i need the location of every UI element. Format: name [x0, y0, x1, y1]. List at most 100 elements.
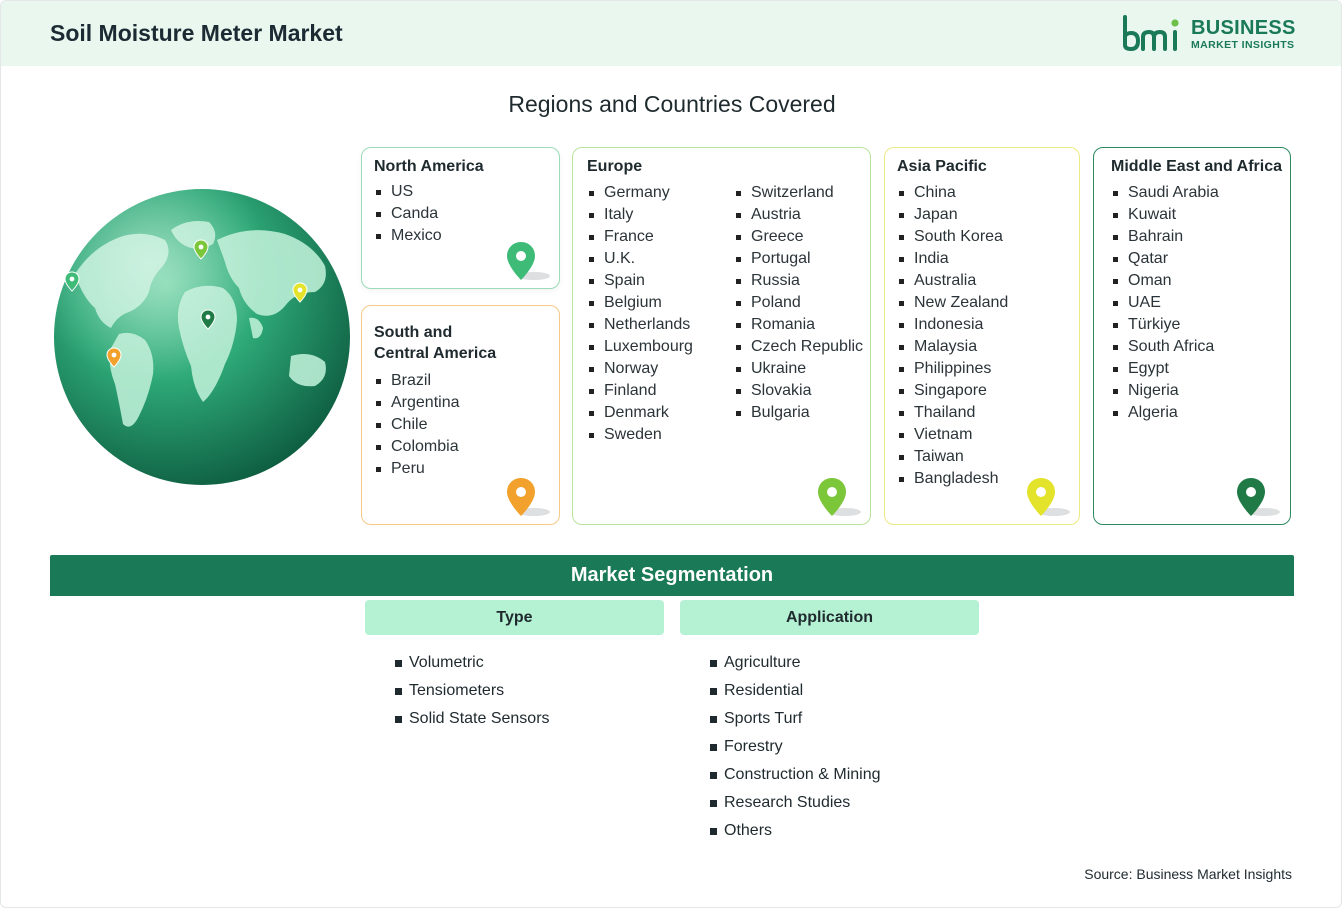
- list-item: Indonesia: [898, 314, 1008, 336]
- header-bar: Soil Moisture Meter Market BUSINESS MARK…: [1, 1, 1341, 66]
- list-item: Mexico: [375, 225, 442, 247]
- map-pin-icon: [507, 478, 550, 516]
- list-item: India: [898, 248, 1008, 270]
- list-item: Luxembourg: [588, 336, 693, 358]
- application-segment-list: Agriculture Residential Sports Turf Fore…: [710, 649, 881, 845]
- region-title-line2: Central America: [374, 345, 497, 362]
- list-item: Bulgaria: [735, 402, 863, 424]
- type-segment-list: Volumetric Tensiometers Solid State Sens…: [395, 649, 550, 733]
- list-item: Egypt: [1112, 358, 1219, 380]
- list-item: Netherlands: [588, 314, 693, 336]
- logo-line1: BUSINESS: [1191, 17, 1296, 39]
- bmi-logo: BUSINESS MARKET INSIGHTS: [1121, 15, 1301, 53]
- list-item: Nigeria: [1112, 380, 1219, 402]
- list-item: Australia: [898, 270, 1008, 292]
- segment-heading-type: Type: [365, 600, 664, 635]
- list-item: Argentina: [375, 392, 460, 414]
- region-card-south-central-america: South and Central America Brazil Argenti…: [361, 305, 560, 525]
- list-item: Ukraine: [735, 358, 863, 380]
- list-item: Malaysia: [898, 336, 1008, 358]
- list-item: Poland: [735, 292, 863, 314]
- list-item: Solid State Sensors: [395, 705, 550, 733]
- list-item: Bangladesh: [898, 468, 1008, 490]
- logo-line2: MARKET INSIGHTS: [1191, 39, 1295, 51]
- list-item: Agriculture: [710, 649, 881, 677]
- list-item: Canda: [375, 203, 442, 225]
- list-item: Residential: [710, 677, 881, 705]
- list-item: Brazil: [375, 370, 460, 392]
- list-item: Norway: [588, 358, 693, 380]
- list-item: Kuwait: [1112, 204, 1219, 226]
- region-card-europe: Europe Germany Italy France U.K. Spain B…: [572, 147, 871, 525]
- list-item: Colombia: [375, 436, 460, 458]
- list-item: Singapore: [898, 380, 1008, 402]
- list-item: Philippines: [898, 358, 1008, 380]
- list-item: Belgium: [588, 292, 693, 314]
- list-item: Construction & Mining: [710, 761, 881, 789]
- list-item: UAE: [1112, 292, 1219, 314]
- list-item: Portugal: [735, 248, 863, 270]
- globe-illustration-icon: [54, 189, 350, 485]
- country-list: US Canda Mexico: [375, 181, 442, 247]
- list-item: Others: [710, 817, 881, 845]
- list-item: Denmark: [588, 402, 693, 424]
- list-item: Italy: [588, 204, 693, 226]
- list-item: Germany: [588, 182, 693, 204]
- bmi-logo-mark-icon: [1123, 15, 1179, 51]
- list-item: Russia: [735, 270, 863, 292]
- list-item: New Zealand: [898, 292, 1008, 314]
- source-note: Source: Business Market Insights: [1084, 866, 1292, 882]
- list-item: Research Studies: [710, 789, 881, 817]
- list-item: China: [898, 182, 1008, 204]
- list-item: Slovakia: [735, 380, 863, 402]
- map-pin-icon: [1237, 478, 1280, 516]
- region-card-north-america: North America US Canda Mexico: [361, 147, 560, 289]
- country-list-col1: Germany Italy France U.K. Spain Belgium …: [588, 182, 693, 446]
- list-item: Türkiye: [1112, 314, 1219, 336]
- country-list: Saudi Arabia Kuwait Bahrain Qatar Oman U…: [1112, 182, 1219, 424]
- list-item: Vietnam: [898, 424, 1008, 446]
- list-item: Bahrain: [1112, 226, 1219, 248]
- list-item: Spain: [588, 270, 693, 292]
- segmentation-title-bar: Market Segmentation: [50, 555, 1294, 596]
- list-item: Chile: [375, 414, 460, 436]
- region-title: Asia Pacific: [897, 158, 987, 175]
- list-item: Qatar: [1112, 248, 1219, 270]
- list-item: Volumetric: [395, 649, 550, 677]
- list-item: France: [588, 226, 693, 248]
- map-pin-icon: [507, 242, 550, 280]
- region-card-asia-pacific: Asia Pacific China Japan South Korea Ind…: [884, 147, 1080, 525]
- list-item: Oman: [1112, 270, 1219, 292]
- region-title-line1: South and: [374, 324, 453, 341]
- country-list: China Japan South Korea India Australia …: [898, 182, 1008, 490]
- list-item: Finland: [588, 380, 693, 402]
- list-item: Sweden: [588, 424, 693, 446]
- list-item: Switzerland: [735, 182, 863, 204]
- list-item: South Korea: [898, 226, 1008, 248]
- region-title: Europe: [587, 158, 643, 175]
- list-item: Czech Republic: [735, 336, 863, 358]
- list-item: Peru: [375, 458, 460, 480]
- map-pin-icon: [1027, 478, 1070, 516]
- segment-heading-application: Application: [680, 600, 979, 635]
- map-pin-icon: [818, 478, 861, 516]
- list-item: US: [375, 181, 442, 203]
- country-list-col2: Switzerland Austria Greece Portugal Russ…: [735, 182, 863, 424]
- list-item: U.K.: [588, 248, 693, 270]
- page-title: Soil Moisture Meter Market: [50, 20, 343, 46]
- region-card-middle-east-africa: Middle East and Africa Saudi Arabia Kuwa…: [1093, 147, 1291, 525]
- list-item: Forestry: [710, 733, 881, 761]
- regions-section-title: Regions and Countries Covered: [508, 91, 836, 117]
- region-title: Middle East and Africa: [1111, 158, 1282, 175]
- list-item: South Africa: [1112, 336, 1219, 358]
- list-item: Tensiometers: [395, 677, 550, 705]
- list-item: Taiwan: [898, 446, 1008, 468]
- list-item: Japan: [898, 204, 1008, 226]
- infographic-frame: Soil Moisture Meter Market BUSINESS MARK…: [0, 0, 1342, 908]
- list-item: Thailand: [898, 402, 1008, 424]
- region-title: South and Central America: [374, 322, 496, 364]
- list-item: Saudi Arabia: [1112, 182, 1219, 204]
- list-item: Greece: [735, 226, 863, 248]
- list-item: Sports Turf: [710, 705, 881, 733]
- list-item: Romania: [735, 314, 863, 336]
